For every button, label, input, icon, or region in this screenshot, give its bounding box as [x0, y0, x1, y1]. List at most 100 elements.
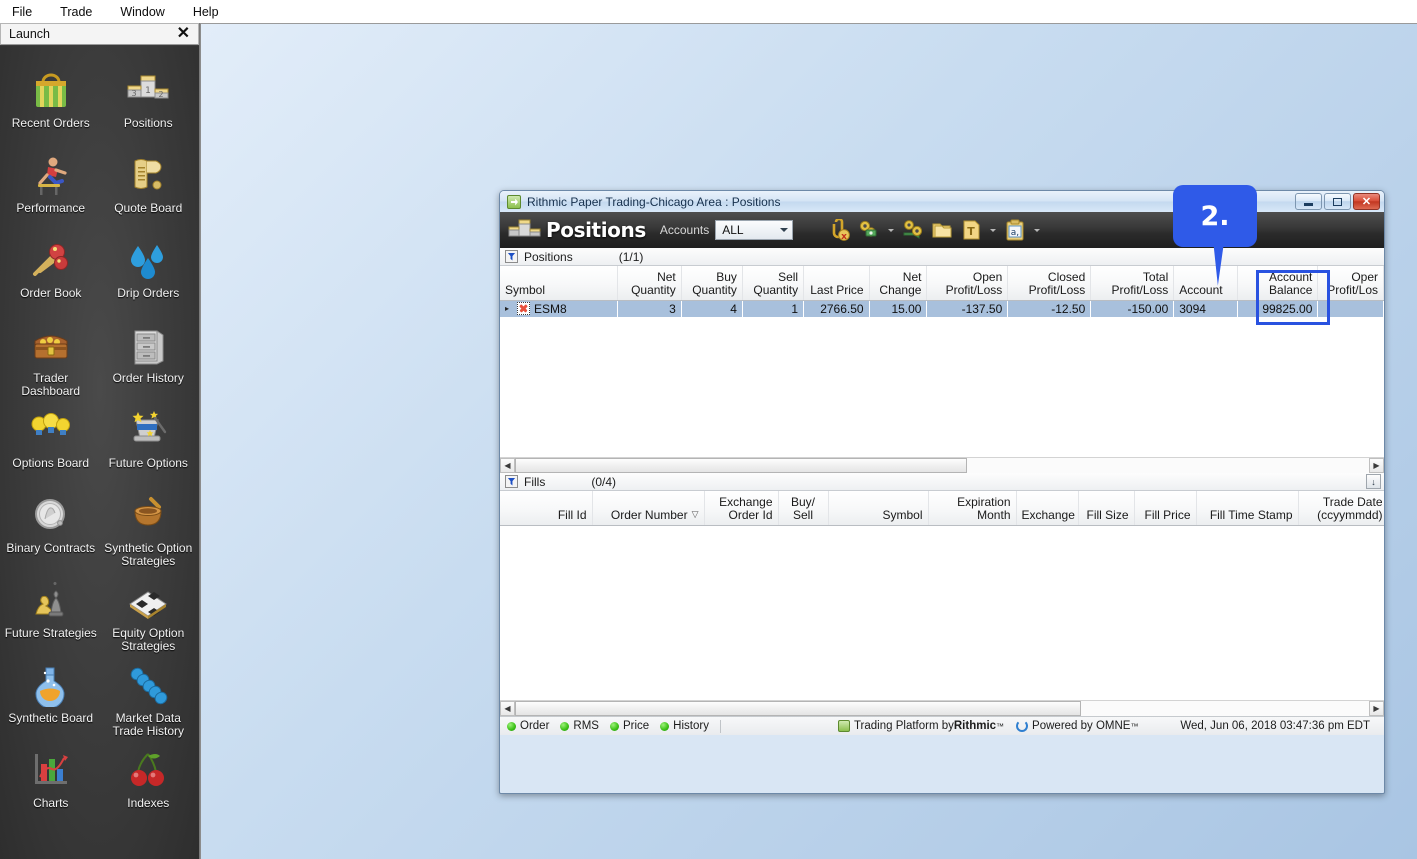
minimize-button[interactable]: [1295, 193, 1322, 210]
launch-item-synthetic-board[interactable]: Synthetic Board: [2, 655, 100, 740]
menu-item-help[interactable]: Help: [189, 3, 223, 21]
column-header-label: Sell Quantity: [753, 269, 799, 297]
positions-scroll-thumb[interactable]: [515, 458, 967, 473]
menu-item-window[interactable]: Window: [116, 3, 168, 21]
launch-item-future-strategies[interactable]: Future Strategies: [2, 570, 100, 655]
close-position-icon[interactable]: [517, 302, 530, 316]
launch-item-drip-orders[interactable]: Drip Orders: [100, 230, 198, 315]
launch-item-indexes[interactable]: Indexes: [100, 740, 198, 825]
launch-item-performance[interactable]: Performance: [2, 145, 100, 230]
close-icon[interactable]: ✕: [175, 26, 192, 42]
status-label-rms: RMS: [573, 720, 599, 732]
launch-item-quote-board[interactable]: Quote Board: [100, 145, 198, 230]
maximize-button[interactable]: [1324, 193, 1351, 210]
launch-item-label: Binary Contracts: [6, 541, 96, 555]
column-header-oper-profit-los[interactable]: Oper Profit/Los: [1317, 266, 1384, 301]
cell-open-profit-loss: -137.50: [961, 301, 1003, 316]
column-header-account-balance[interactable]: Account Balance: [1237, 266, 1319, 301]
column-header-closed-profit-loss[interactable]: Closed Profit/Loss: [1007, 266, 1092, 301]
fills-collapse-control[interactable]: ↓: [1366, 474, 1381, 489]
row-expander-icon[interactable]: ▸: [505, 304, 513, 313]
column-header-label: Symbol: [882, 507, 923, 522]
launch-item-options-board[interactable]: Options Board: [2, 400, 100, 485]
filter-icon[interactable]: [505, 475, 518, 488]
column-header-symbol[interactable]: Symbol: [828, 491, 929, 526]
status-indicator-history: History: [660, 720, 709, 732]
column-header-fill-size[interactable]: Fill Size: [1078, 491, 1135, 526]
column-header-order-number[interactable]: Order Number ▽: [592, 491, 705, 526]
column-header-expiration-month[interactable]: Expiration Month: [928, 491, 1017, 526]
column-header-label: Fill Price: [1144, 507, 1191, 522]
mortar-pestle-icon: [122, 491, 174, 539]
gears-money-icon[interactable]: [900, 216, 926, 244]
scroll-right-arrow[interactable]: ▶: [1369, 458, 1384, 473]
column-header-sell-quantity[interactable]: Sell Quantity: [742, 266, 805, 301]
cell-net-change: 15.00: [891, 301, 922, 316]
scroll-right-arrow[interactable]: ▶: [1369, 701, 1384, 716]
column-header-label: Account: [1179, 282, 1223, 297]
column-header-label: Oper Profit/Los: [1327, 269, 1378, 297]
text-template-icon[interactable]: T: [958, 216, 984, 244]
fills-panel-strip: Fills (0/4) ↓: [500, 473, 1384, 491]
collapse-down-icon[interactable]: ↓: [1366, 474, 1381, 489]
launch-item-order-history[interactable]: Order History: [100, 315, 198, 400]
chevron-down-icon[interactable]: [1031, 216, 1043, 244]
column-header-symbol[interactable]: Symbol: [500, 266, 619, 301]
column-header-total-profit-loss[interactable]: Total Profit/Loss: [1090, 266, 1175, 301]
scroll-left-arrow[interactable]: ◀: [500, 458, 515, 473]
settings-money-icon[interactable]: [856, 216, 882, 244]
column-header-net-quantity[interactable]: Net Quantity: [617, 266, 682, 301]
silver-coin-icon: [25, 491, 77, 539]
column-header-trade-date-ccyymmdd-[interactable]: Trade Date (ccyymmdd): [1298, 491, 1384, 526]
launch-panel-header: Launch ✕: [0, 23, 199, 45]
launch-item-positions[interactable]: 1 3 2 Positions: [100, 60, 198, 145]
brand-attribution: Trading Platform by Rithmic ™ Powered by…: [837, 720, 1138, 732]
column-header-buy-quantity[interactable]: Buy Quantity: [681, 266, 743, 301]
launch-item-synthetic-option-strategies[interactable]: Synthetic Option Strategies: [100, 485, 198, 570]
fills-scroll-thumb[interactable]: [515, 701, 1081, 716]
column-header-label: Exchange Order Id: [719, 494, 773, 522]
accounts-select[interactable]: ALL: [715, 220, 794, 240]
launch-item-binary-contracts[interactable]: Binary Contracts: [2, 485, 100, 570]
column-header-net-change[interactable]: Net Change: [869, 266, 928, 301]
positions-panel-title: Positions: [524, 249, 573, 264]
cell-closed-profit-loss: -12.50: [1051, 301, 1086, 316]
svg-text:3: 3: [132, 89, 137, 98]
scroll-left-arrow[interactable]: ◀: [500, 701, 515, 716]
chevron-down-icon[interactable]: [987, 216, 999, 244]
menu-item-trade[interactable]: Trade: [56, 3, 96, 21]
column-header-fill-id[interactable]: Fill Id: [500, 491, 593, 526]
fills-scroll-track[interactable]: [515, 701, 1369, 716]
launch-item-charts[interactable]: Charts: [2, 740, 100, 825]
column-header-open-profit-loss[interactable]: Open Profit/Loss: [926, 266, 1009, 301]
filter-icon[interactable]: [505, 250, 518, 263]
column-header-buy-sell[interactable]: Buy/ Sell: [778, 491, 829, 526]
chevron-down-icon[interactable]: [885, 216, 897, 244]
menu-item-file[interactable]: File: [8, 3, 36, 21]
column-header-exchange-order-id[interactable]: Exchange Order Id: [704, 491, 779, 526]
accounts-select-value: ALL: [722, 223, 744, 237]
folder-icon[interactable]: [929, 216, 955, 244]
positions-scroll-track[interactable]: [515, 458, 1369, 473]
positions-horizontal-scrollbar[interactable]: ◀ ▶: [500, 457, 1384, 473]
launch-item-label: Charts: [33, 796, 69, 810]
launch-item-recent-orders[interactable]: Recent Orders: [2, 60, 100, 145]
clipboard-icon[interactable]: a,: [1002, 216, 1028, 244]
cancel-order-icon[interactable]: x: [827, 216, 853, 244]
launch-item-order-book[interactable]: Order Book: [2, 230, 100, 315]
fills-horizontal-scrollbar[interactable]: ◀ ▶: [500, 700, 1384, 716]
launch-item-equity-option-strategies[interactable]: Equity Option Strategies: [100, 570, 198, 655]
table-row[interactable]: ▸ ESM8 3 4 1 2766.50 15.00 -137.50 -12.50 -150.00…: [500, 300, 1384, 317]
column-header-label: Total Profit/Loss: [1111, 269, 1169, 297]
column-header-label: Open Profit/Loss: [945, 269, 1003, 297]
launch-item-market-data-trade-history[interactable]: Market Data Trade History: [100, 655, 198, 740]
column-header-fill-price[interactable]: Fill Price: [1134, 491, 1197, 526]
column-header-fill-time-stamp[interactable]: Fill Time Stamp: [1196, 491, 1299, 526]
column-header-label: Net Change: [879, 269, 922, 297]
close-button[interactable]: ✕: [1353, 193, 1380, 210]
launch-item-trader-dashboard[interactable]: Trader Dashboard: [2, 315, 100, 400]
column-header-last-price[interactable]: Last Price: [803, 266, 870, 301]
launch-item-future-options[interactable]: Future Options: [100, 400, 198, 485]
brand-name-text: Rithmic: [953, 720, 997, 732]
column-header-exchange[interactable]: Exchange: [1016, 491, 1079, 526]
